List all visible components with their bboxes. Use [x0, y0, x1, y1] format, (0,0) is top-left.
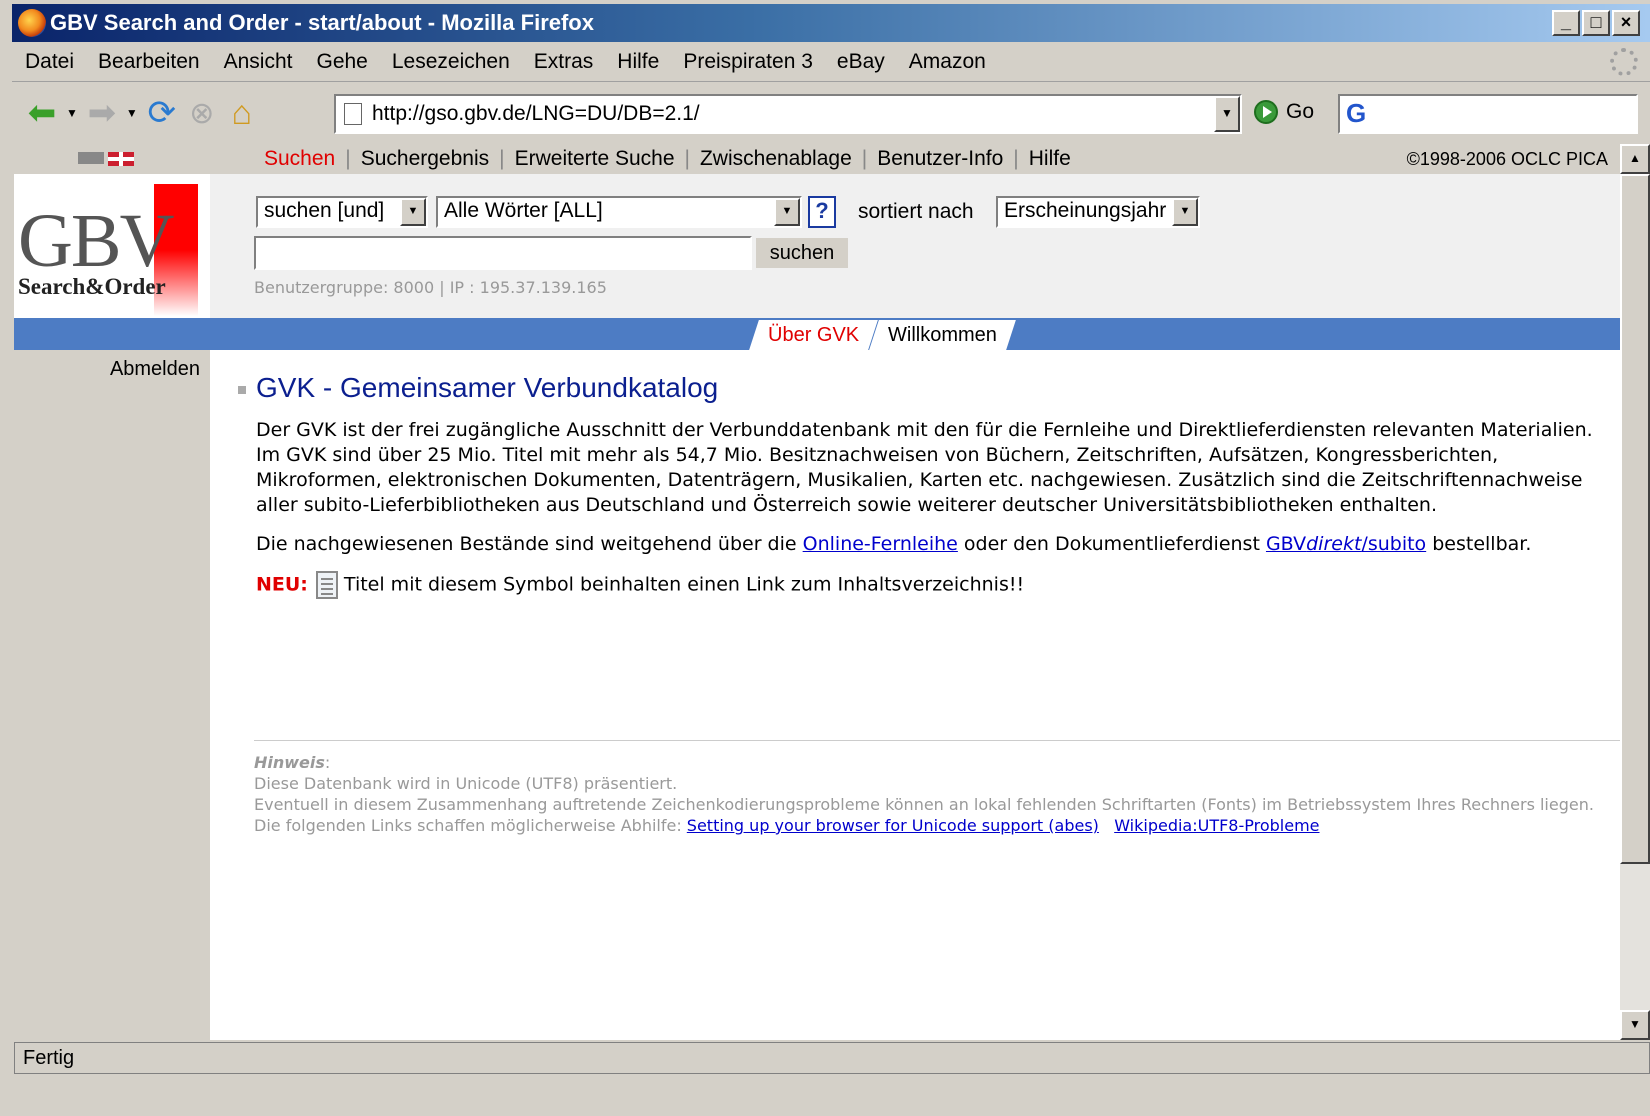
nav-benutzer-info[interactable]: Benutzer-Info [867, 147, 1013, 171]
menu-bar: Datei Bearbeiten Ansicht Gehe Lesezeiche… [12, 42, 1650, 82]
user-info: Benutzergruppe: 8000 | IP : 195.37.139.1… [254, 278, 607, 297]
menu-ebay[interactable]: eBay [837, 50, 885, 74]
close-button[interactable]: × [1612, 10, 1640, 36]
menu-bearbeiten[interactable]: Bearbeiten [98, 50, 200, 74]
menu-extras[interactable]: Extras [534, 50, 594, 74]
go-icon [1254, 100, 1278, 124]
maximize-button[interactable]: □ [1582, 10, 1610, 36]
scroll-thumb[interactable] [1620, 174, 1650, 864]
intro-paragraph: Der GVK ist der frei zugängliche Ausschn… [256, 419, 1593, 516]
sort-value: Erscheinungsjahr [1004, 199, 1167, 222]
search-mode-value: suchen [und] [264, 199, 385, 222]
menu-gehe[interactable]: Gehe [316, 50, 367, 74]
logout-link[interactable]: Abmelden [110, 358, 200, 381]
help-button[interactable]: ? [808, 196, 836, 228]
menu-preispiraten[interactable]: Preispiraten 3 [683, 50, 813, 74]
hinweis-label: Hinweis [254, 753, 325, 772]
minimize-button[interactable]: _ [1552, 10, 1580, 36]
chevron-down-icon: ▼ [774, 198, 800, 226]
status-bar: Fertig [14, 1042, 1650, 1074]
go-button[interactable]: Go [1254, 100, 1314, 124]
top-navigation: Suchen | Suchergebnis | Erweiterte Suche | … [210, 144, 1620, 174]
search-field-select[interactable]: Alle Wörter [ALL] ▼ [436, 196, 802, 228]
nav-hilfe[interactable]: Hilfe [1019, 147, 1081, 171]
forward-arrow-icon[interactable]: ➡ [82, 93, 122, 133]
german-flag-icon[interactable] [78, 152, 104, 164]
gbv-logo[interactable]: GBV Search&Order [14, 174, 210, 320]
uk-flag-icon[interactable] [108, 152, 134, 166]
tab-willkommen[interactable]: Willkommen [869, 320, 1016, 350]
hinweis-line3: Die folgenden Links schaffen möglicherwe… [254, 816, 1320, 835]
wikipedia-utf8-link[interactable]: Wikipedia:UTF8-Probleme [1114, 816, 1319, 835]
browser-window: GBV Search and Order - start/about - Moz… [0, 0, 1650, 1116]
back-arrow-icon[interactable]: ⬅ [22, 93, 62, 133]
search-button[interactable]: suchen [756, 238, 848, 268]
tab-bar: Über GVK Willkommen [210, 318, 1620, 350]
title-bar: GBV Search and Order - start/about - Moz… [12, 4, 1650, 42]
url-dropdown-icon[interactable]: ▼ [1214, 96, 1240, 132]
back-dropdown-icon[interactable]: ▼ [66, 106, 78, 120]
main-content: GVK - Gemeinsamer Verbundkatalog Der GVK… [236, 372, 1616, 599]
menu-lesezeichen[interactable]: Lesezeichen [392, 50, 510, 74]
nav-suchergebnis[interactable]: Suchergebnis [351, 147, 499, 171]
page-icon [344, 103, 362, 125]
nav-suchen[interactable]: Suchen [254, 147, 345, 171]
google-search-field[interactable]: G [1338, 94, 1638, 134]
page-title: GVK - Gemeinsamer Verbundkatalog [236, 372, 1616, 404]
google-logo: G [1346, 98, 1367, 128]
home-icon[interactable]: ⌂ [222, 93, 262, 133]
page-content: GBV Search&Order Abmelden Suchen | Sucher… [14, 144, 1620, 1040]
scroll-down-icon[interactable]: ▼ [1620, 1010, 1650, 1040]
tab-ueber-gvk[interactable]: Über GVK [749, 320, 879, 350]
go-label: Go [1286, 100, 1315, 123]
firefox-icon [18, 9, 46, 37]
menu-datei[interactable]: Datei [25, 50, 74, 74]
nav-zwischenablage[interactable]: Zwischenablage [690, 147, 862, 171]
scroll-up-icon[interactable]: ▲ [1620, 144, 1650, 174]
divider [254, 740, 1620, 741]
vertical-scrollbar[interactable]: ▲ ▼ [1620, 144, 1650, 1040]
neu-paragraph: NEU: Titel mit diesem Symbol beinhalten e… [236, 571, 1606, 599]
url-bar[interactable]: http://gso.gbv.de/LNG=DU/DB=2.1/ ▼ [334, 94, 1242, 134]
menu-ansicht[interactable]: Ansicht [224, 50, 293, 74]
sort-select[interactable]: Erscheinungsjahr ▼ [996, 196, 1200, 228]
table-of-contents-icon [315, 571, 338, 599]
copyright: ©1998-2006 OCLC PICA [1406, 148, 1608, 169]
nav-erweiterte-suche[interactable]: Erweiterte Suche [505, 147, 685, 171]
sort-label: sortiert nach [858, 200, 974, 223]
abes-unicode-link[interactable]: Setting up your browser for Unicode supp… [687, 816, 1099, 835]
reload-icon[interactable]: ⟳ [142, 93, 182, 133]
unicode-note: Hinweis: Diese Datenbank wird in Unicode… [254, 752, 1620, 836]
left-column: GBV Search&Order Abmelden [14, 144, 210, 1040]
stop-icon[interactable]: ⊗ [182, 93, 222, 133]
forward-dropdown-icon[interactable]: ▼ [126, 106, 138, 120]
menu-hilfe[interactable]: Hilfe [617, 50, 659, 74]
neu-label: NEU: [256, 573, 308, 596]
search-field-value: Alle Wörter [ALL] [444, 199, 603, 222]
hinweis-line1: Diese Datenbank wird in Unicode (UTF8) p… [254, 774, 678, 793]
hinweis-line2: Eventuell in diesem Zusammenhang auftret… [254, 795, 1594, 814]
window-title: GBV Search and Order - start/about - Moz… [50, 10, 594, 35]
chevron-down-icon: ▼ [1172, 198, 1198, 226]
throbber-icon [1610, 48, 1638, 76]
logo-subtitle: Search&Order [18, 274, 166, 299]
logo-text: GBV [18, 199, 174, 283]
left-blue-bar [14, 318, 210, 350]
url-text: http://gso.gbv.de/LNG=DU/DB=2.1/ [372, 102, 700, 125]
order-paragraph: Die nachgewiesenen Bestände sind weitgeh… [256, 533, 1532, 555]
search-input[interactable] [254, 236, 752, 270]
chevron-down-icon: ▼ [400, 198, 426, 226]
fernleihe-link[interactable]: Online-Fernleihe [803, 533, 958, 555]
menu-amazon[interactable]: Amazon [909, 50, 986, 74]
search-mode-select[interactable]: suchen [und] ▼ [256, 196, 428, 228]
gbvdirekt-link[interactable]: GBVdirekt/subito [1266, 533, 1426, 555]
